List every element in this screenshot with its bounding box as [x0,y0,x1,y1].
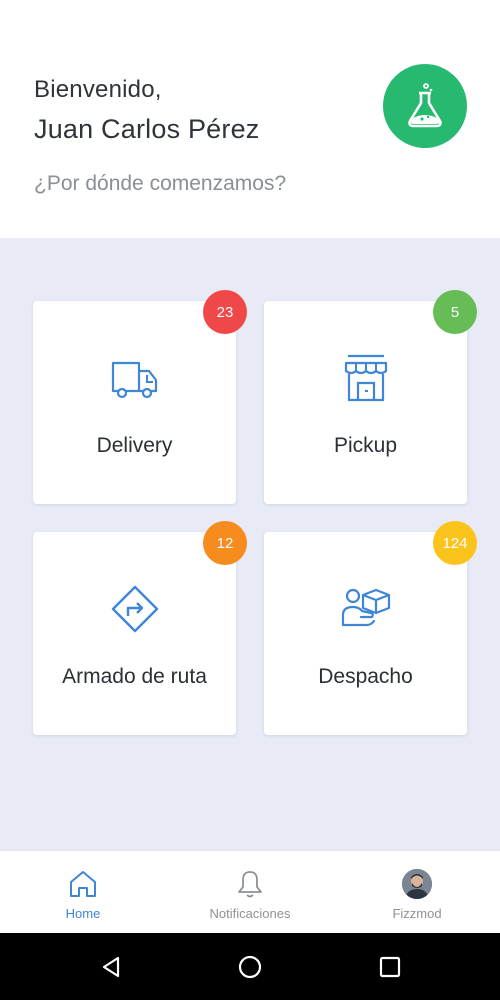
truck-icon [111,361,157,399]
card-despacho[interactable]: Despacho [264,532,467,735]
prompt-question: ¿Por dónde comenzamos? [34,172,287,195]
card-label: Pickup [333,434,398,457]
delivery-count-badge: 23 [203,290,247,334]
nav-item-profile[interactable]: Fizzmod [334,851,500,934]
card-label: Delivery [96,434,173,457]
route-sign-icon [111,585,158,633]
nav-label-home: Home [65,906,101,921]
bell-icon [238,871,262,898]
back-button[interactable] [95,951,127,983]
hand-box-icon [341,588,390,627]
welcome-header: Bienvenido, Juan Carlos Pérez ¿Por dónde… [0,0,500,238]
flask-icon [408,83,442,128]
back-triangle-icon [102,956,120,978]
avatar [402,869,432,899]
menu-area: Delivery 23 Pickup 5 Armado de ruta 12 D… [0,238,500,850]
card-delivery[interactable]: Delivery [33,301,236,504]
pickup-count-badge: 5 [433,290,477,334]
greeting-text: Bienvenido, [34,76,162,103]
card-label: Despacho [318,665,413,688]
nav-item-home[interactable]: Home [0,851,166,934]
route-count-badge: 12 [203,521,247,565]
system-navigation-bar [0,933,500,1000]
nav-label-profile: Fizzmod [392,906,442,921]
app-logo [383,64,467,148]
despacho-count-badge: 124 [433,521,477,565]
card-armado-de-ruta[interactable]: Armado de ruta [33,532,236,735]
recents-button[interactable] [374,951,406,983]
home-icon [70,871,96,897]
user-name: Juan Carlos Pérez [34,114,260,144]
nav-label-notificaciones: Notificaciones [209,906,291,921]
home-system-button[interactable] [234,951,266,983]
bottom-navigation: Home Notificaciones Fizzmod [0,850,500,933]
recents-square-icon [379,956,401,978]
nav-item-notificaciones[interactable]: Notificaciones [167,851,333,934]
card-label: Armado de ruta [62,665,207,688]
store-icon [344,354,387,402]
home-circle-icon [238,955,262,979]
card-pickup[interactable]: Pickup [264,301,467,504]
